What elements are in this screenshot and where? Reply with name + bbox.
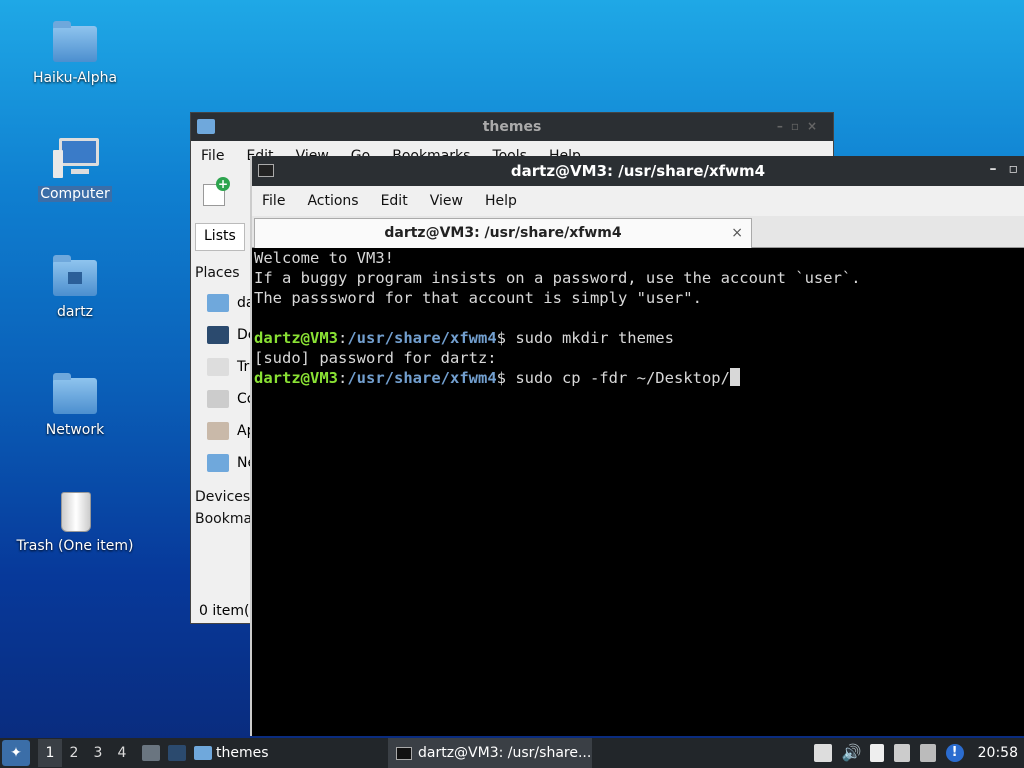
desktop-icon-label: Trash (One item) bbox=[16, 538, 134, 554]
workspace-4[interactable]: 4 bbox=[110, 739, 134, 767]
prompt-path: /usr/share/xfwm4 bbox=[347, 329, 497, 347]
desktop-icon-haiku-alpha[interactable]: Haiku-Alpha bbox=[10, 20, 140, 86]
command-input[interactable]: $ sudo cp -fdr ~/Desktop/ bbox=[497, 369, 730, 387]
terminal-menubar: File Actions Edit View Help bbox=[252, 186, 1024, 216]
desktop-icon-label: Network bbox=[45, 422, 105, 438]
computer-icon bbox=[207, 390, 229, 408]
tab-title: dartz@VM3: /usr/share/xfwm4 bbox=[384, 225, 622, 241]
window-controls[interactable]: –▫× bbox=[777, 119, 825, 133]
menu-view[interactable]: View bbox=[430, 193, 475, 209]
file-manager-titlebar[interactable]: themes –▫× bbox=[191, 113, 833, 141]
terminal-icon bbox=[396, 746, 412, 760]
file-manager-launcher-icon[interactable] bbox=[142, 745, 160, 761]
clock[interactable]: 20:58 bbox=[978, 745, 1018, 761]
window-controls: – ▫ bbox=[990, 161, 1019, 177]
terminal-output[interactable]: Welcome to VM3! If a buggy program insis… bbox=[252, 248, 1024, 388]
notification-icon[interactable]: ! bbox=[945, 744, 964, 762]
applications-icon bbox=[207, 422, 229, 440]
workspace-switcher: 1 2 3 4 bbox=[38, 739, 134, 767]
prompt-user: dartz@VM3 bbox=[254, 329, 338, 347]
desktop-icon-label: Computer bbox=[38, 186, 112, 202]
text-cursor bbox=[729, 368, 740, 386]
home-icon bbox=[207, 294, 229, 312]
output-line: The passsword for that account is simply… bbox=[254, 289, 702, 307]
desktop-icon-label: Haiku-Alpha bbox=[32, 70, 118, 86]
terminal-window[interactable]: dartz@VM3: /usr/share/xfwm4 – ▫ File Act… bbox=[250, 156, 1024, 736]
maximize-icon[interactable]: ▫ bbox=[1009, 161, 1019, 177]
start-menu-icon[interactable]: ✦ bbox=[2, 740, 30, 766]
desktop-icon-network[interactable]: Network bbox=[10, 372, 140, 438]
clipboard-icon[interactable] bbox=[813, 744, 832, 762]
desktop-icon-trash[interactable]: Trash (One item) bbox=[10, 488, 140, 554]
network-folder-icon bbox=[51, 372, 99, 416]
menu-edit[interactable]: Edit bbox=[381, 193, 420, 209]
task-file-manager[interactable]: themes bbox=[194, 745, 269, 761]
command: $ sudo mkdir themes bbox=[496, 329, 674, 347]
workspace-2[interactable]: 2 bbox=[62, 739, 86, 767]
folder-icon bbox=[194, 746, 212, 760]
menu-help[interactable]: Help bbox=[485, 193, 529, 209]
task-terminal[interactable]: dartz@VM3: /usr/share... bbox=[388, 738, 592, 768]
desktop-icon-label: dartz bbox=[56, 304, 94, 320]
home-folder-icon bbox=[51, 254, 99, 298]
workspace-3[interactable]: 3 bbox=[86, 739, 110, 767]
output-line: If a buggy program insists on a password… bbox=[254, 269, 861, 287]
minimize-icon[interactable]: – bbox=[990, 161, 997, 177]
system-tray: 🔊 ! 20:58 bbox=[813, 738, 1018, 768]
show-desktop-icon[interactable] bbox=[168, 745, 186, 761]
desktop-icon-computer[interactable]: Computer bbox=[10, 136, 140, 202]
computer-icon bbox=[51, 136, 99, 180]
terminal-titlebar[interactable]: dartz@VM3: /usr/share/xfwm4 – ▫ bbox=[252, 156, 1024, 186]
network-icon bbox=[207, 454, 229, 472]
taskbar: ✦ 1 2 3 4 themes dartz@VM3: /usr/share..… bbox=[0, 738, 1024, 768]
output-line: [sudo] password for dartz: bbox=[254, 349, 497, 367]
task-label: dartz@VM3: /usr/share... bbox=[418, 745, 592, 761]
new-tab-icon[interactable] bbox=[203, 177, 230, 206]
menu-actions[interactable]: Actions bbox=[307, 193, 370, 209]
trash-icon bbox=[51, 488, 99, 532]
removable-media-icon[interactable] bbox=[893, 744, 910, 762]
menu-file[interactable]: File bbox=[201, 148, 224, 164]
terminal-tabbar: dartz@VM3: /usr/share/xfwm4 × bbox=[252, 216, 1024, 248]
prompt-path: /usr/share/xfwm4 bbox=[347, 369, 497, 387]
task-label: themes bbox=[216, 745, 269, 761]
network-icon[interactable] bbox=[919, 744, 936, 762]
window-title: themes bbox=[482, 119, 542, 135]
volume-icon[interactable]: 🔊 bbox=[842, 744, 862, 762]
desktop-icon-dartz[interactable]: dartz bbox=[10, 254, 140, 320]
close-tab-icon[interactable]: × bbox=[731, 219, 743, 247]
menu-file[interactable]: File bbox=[262, 193, 297, 209]
output-line: Welcome to VM3! bbox=[254, 249, 394, 267]
status-bar: 0 item(s bbox=[199, 603, 257, 619]
desktop-icon bbox=[207, 326, 229, 344]
terminal-tab[interactable]: dartz@VM3: /usr/share/xfwm4 × bbox=[254, 218, 752, 248]
terminal-icon bbox=[258, 164, 274, 177]
notes-icon[interactable] bbox=[869, 744, 884, 762]
prompt-user: dartz@VM3 bbox=[254, 369, 338, 387]
tab-lists[interactable]: Lists bbox=[195, 223, 245, 251]
trash-icon bbox=[207, 358, 229, 376]
folder-icon bbox=[51, 20, 99, 64]
workspace-1[interactable]: 1 bbox=[38, 739, 62, 767]
folder-icon bbox=[197, 119, 215, 134]
window-title: dartz@VM3: /usr/share/xfwm4 bbox=[510, 162, 766, 180]
